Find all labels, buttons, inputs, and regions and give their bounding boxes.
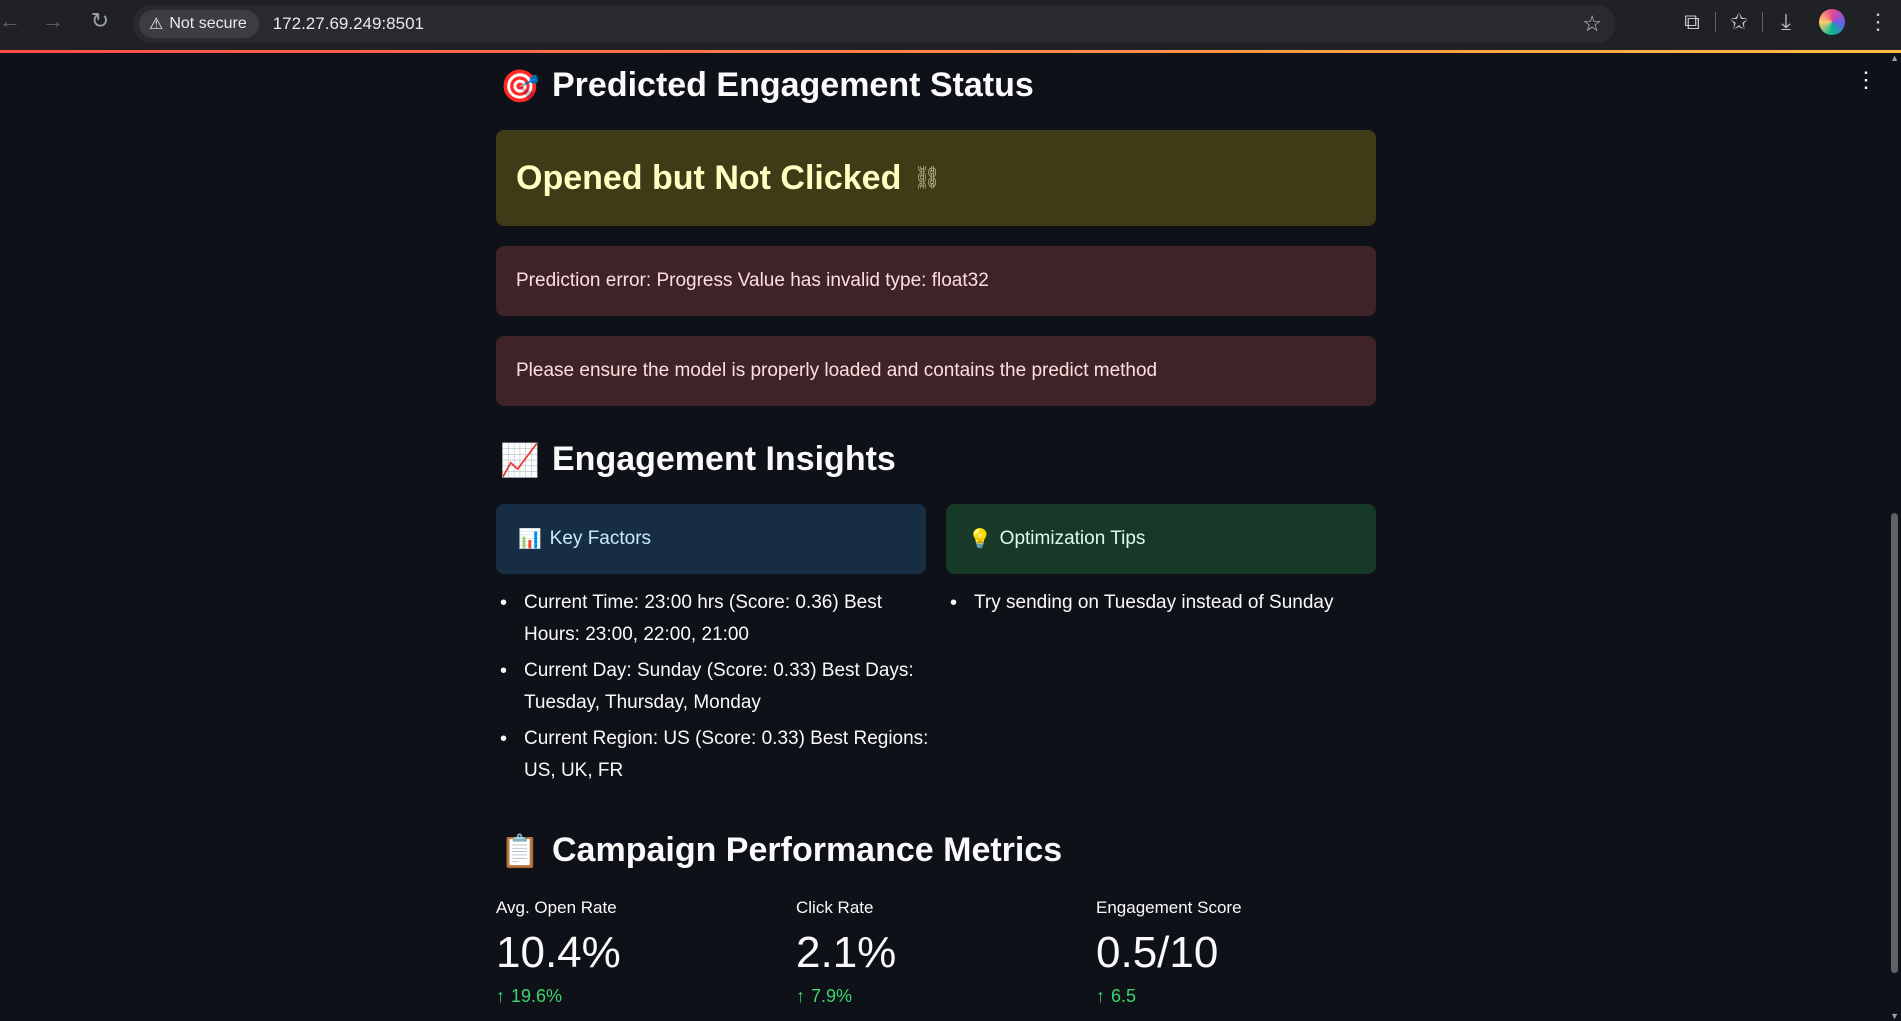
metric-engagement-score: Engagement Score 0.5/10 ↑ 6.5 — [1096, 898, 1386, 1007]
clipboard-icon: 📋 — [500, 832, 540, 869]
extensions-icon[interactable]: ⧉ — [1669, 0, 1715, 44]
chart-increasing-icon: 📈 — [500, 441, 540, 478]
arrow-up-icon: ↑ — [496, 986, 505, 1006]
tips-list: Try sending on Tuesday instead of Sunday — [946, 587, 1376, 623]
lightbulb-icon: 💡 — [968, 529, 992, 550]
arrow-up-icon: ↑ — [796, 986, 805, 1006]
target-icon: 🎯 — [500, 67, 540, 104]
error-message: Please ensure the model is properly load… — [516, 360, 1158, 381]
metric-value: 10.4% — [496, 928, 621, 977]
metric-label: Click Rate — [796, 898, 874, 917]
error-alert: Please ensure the model is properly load… — [496, 336, 1376, 406]
metric-delta: ↑ 19.6% — [496, 986, 786, 1007]
metrics-title: Campaign Performance Metrics — [552, 831, 1063, 869]
bar-chart-icon: 📊 — [518, 529, 542, 550]
anchor-link-icon[interactable]: ⛓ — [913, 165, 941, 191]
metric-delta-value: 7.9% — [811, 986, 853, 1006]
scrollbar-thumb[interactable] — [1891, 513, 1898, 973]
back-icon[interactable]: ← — [0, 1, 30, 41]
key-factors-box: 📊 Key Factors — [496, 504, 926, 574]
metric-open-rate: Avg. Open Rate 10.4% ↑ 19.6% — [496, 898, 786, 1007]
key-factors-list: Current Time: 23:00 hrs (Score: 0.36) Be… — [496, 587, 936, 791]
metric-value: 2.1% — [796, 928, 897, 977]
metric-label: Engagement Score — [1096, 898, 1242, 917]
optimization-tips-label: Optimization Tips — [999, 528, 1146, 549]
metric-value: 0.5/10 — [1096, 928, 1219, 977]
warning-icon: ⚠ — [149, 16, 164, 33]
metric-delta: ↑ 6.5 — [1096, 986, 1386, 1007]
security-chip[interactable]: ⚠ Not secure — [139, 10, 259, 38]
security-label: Not secure — [169, 15, 247, 32]
key-factors-label: Key Factors — [549, 528, 652, 549]
status-title: Predicted Engagement Status — [552, 66, 1034, 104]
browser-toolbar: ← → ↻ ⚠ Not secure 172.27.69.249:8501 ☆ … — [0, 0, 1901, 52]
status-heading: 🎯 Predicted Engagement Status — [500, 66, 1034, 105]
error-message: Prediction error: Progress Value has inv… — [516, 270, 989, 291]
download-icon[interactable]: ⤓ — [1763, 0, 1809, 44]
app-main: ⋮ ▲ ▼ 🎯 Predicted Engagement Status Open… — [0, 53, 1901, 1021]
reload-icon[interactable]: ↻ — [80, 1, 120, 41]
metric-delta-value: 6.5 — [1111, 986, 1137, 1006]
scroll-up-icon[interactable]: ▲ — [1890, 53, 1899, 63]
insights-title: Engagement Insights — [552, 440, 896, 478]
browser-menu-icon[interactable]: ⋮ — [1855, 0, 1901, 44]
profile-avatar[interactable] — [1819, 9, 1845, 35]
insights-heading: 📈 Engagement Insights — [500, 440, 896, 479]
metric-label: Avg. Open Rate — [496, 898, 617, 917]
favorites-icon[interactable]: ✩ — [1716, 0, 1762, 44]
address-bar[interactable]: ⚠ Not secure 172.27.69.249:8501 ☆ — [133, 5, 1616, 43]
app-menu-icon[interactable]: ⋮ — [1855, 67, 1877, 93]
metric-delta: ↑ 7.9% — [796, 986, 1086, 1007]
error-alert: Prediction error: Progress Value has inv… — [496, 246, 1376, 316]
url-text[interactable]: 172.27.69.249:8501 — [273, 14, 424, 34]
metrics-heading: 📋 Campaign Performance Metrics — [500, 831, 1062, 870]
forward-icon[interactable]: → — [33, 1, 73, 41]
list-item: Try sending on Tuesday instead of Sunday — [946, 587, 1376, 619]
bookmark-star-icon[interactable]: ☆ — [1582, 11, 1602, 37]
list-item: Current Time: 23:00 hrs (Score: 0.36) Be… — [496, 587, 936, 651]
list-item: Current Day: Sunday (Score: 0.33) Best D… — [496, 655, 936, 719]
scroll-down-icon[interactable]: ▼ — [1890, 1011, 1899, 1021]
scrollbar[interactable]: ▲ ▼ — [1887, 53, 1901, 1021]
metric-click-rate: Click Rate 2.1% ↑ 7.9% — [796, 898, 1086, 1007]
metric-delta-value: 19.6% — [511, 986, 563, 1006]
list-item: Current Region: US (Score: 0.33) Best Re… — [496, 723, 936, 787]
toolbar-actions: ⧉ ✩ ⤓ ⋮ — [1669, 0, 1901, 44]
prediction-status-box: Opened but Not Clicked ⛓ — [496, 130, 1376, 226]
arrow-up-icon: ↑ — [1096, 986, 1105, 1006]
optimization-tips-box: 💡 Optimization Tips — [946, 504, 1376, 574]
prediction-label: Opened but Not Clicked — [516, 158, 902, 197]
